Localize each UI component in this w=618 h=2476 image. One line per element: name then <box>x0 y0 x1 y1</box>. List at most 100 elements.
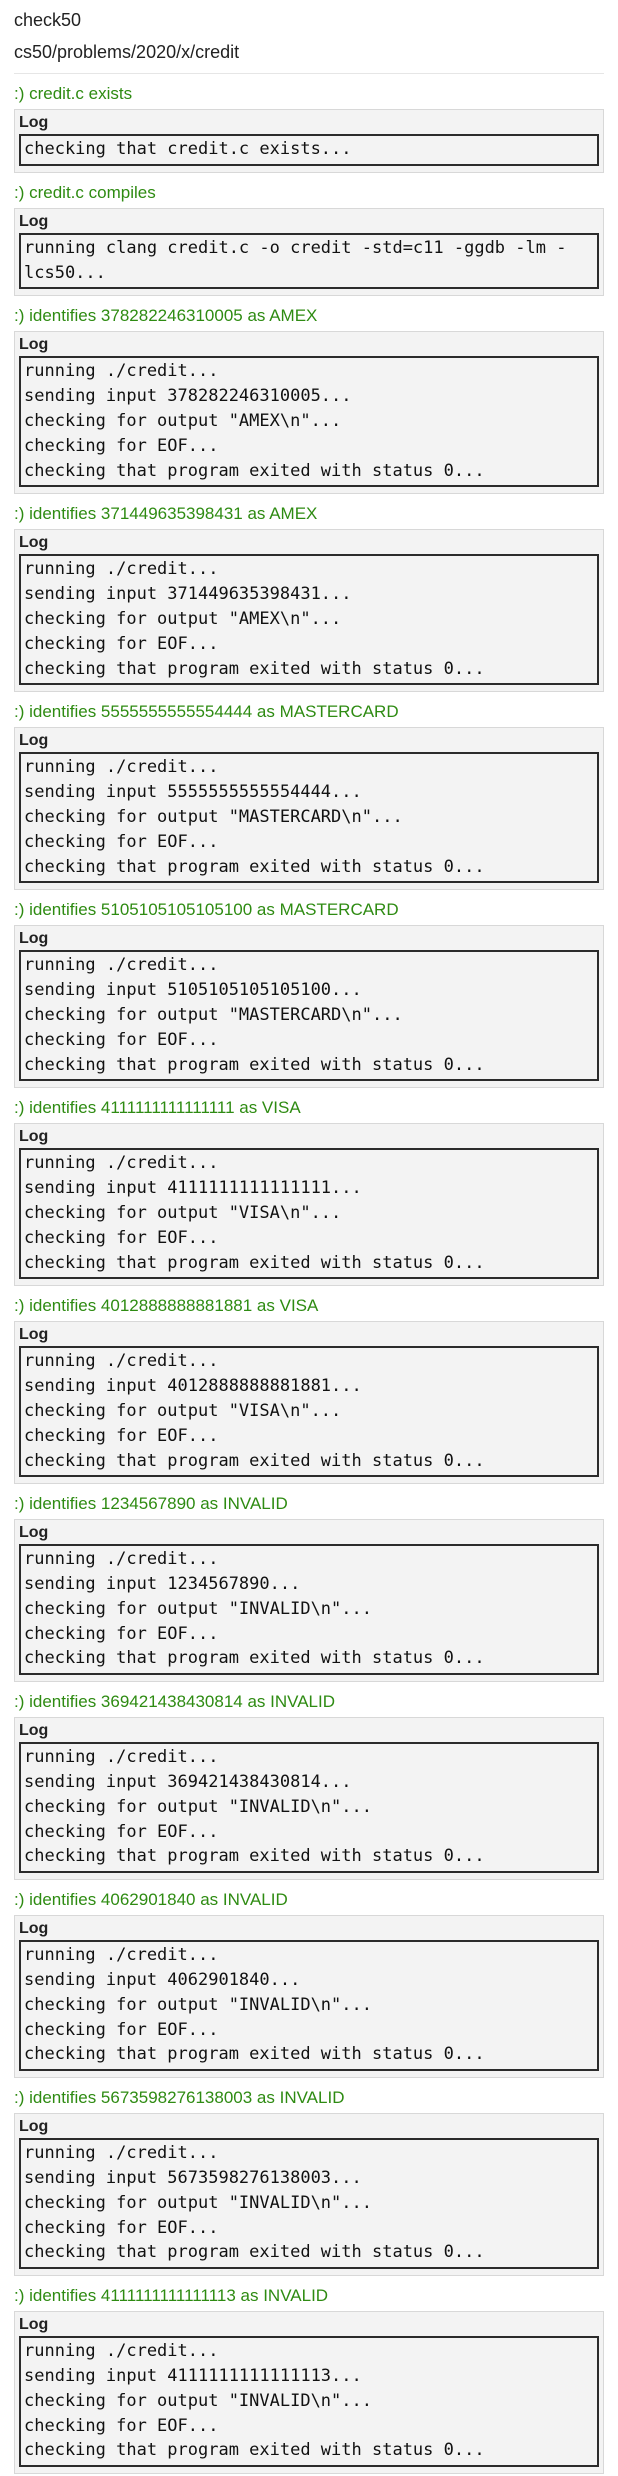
check-item: :) identifies 5105105105105100 as MASTER… <box>14 898 604 1089</box>
check-item: :) identifies 1234567890 as INVALID Log ru… <box>14 1492 604 1683</box>
check-title: :) identifies 4111111111111113 as INVALI… <box>14 2286 329 2306</box>
log-line: checking that program exited with status… <box>24 1648 485 1669</box>
check-title: :) identifies 4012888888881881 as VISA <box>14 1296 319 1316</box>
log-output: running ./credit... sending input 4111111… <box>19 2336 599 2468</box>
log-line: running ./credit... <box>24 361 219 382</box>
log-output: running ./credit... sending input 4012888… <box>19 1346 599 1478</box>
log-line: checking for output "MASTERCARD\n"... <box>24 806 403 827</box>
log-line: checking for output "AMEX\n"... <box>24 608 342 629</box>
log-label: Log <box>19 930 49 948</box>
log-line: checking for EOF... <box>24 2415 219 2436</box>
log-label: Log <box>19 1524 49 1542</box>
log-label: Log <box>19 732 49 750</box>
check-item: :) identifies 369421438430814 as INVALID… <box>14 1690 604 1881</box>
log-line: checking that program exited with status… <box>24 1450 485 1471</box>
log-line: sending input 1234567890... <box>24 1574 301 1595</box>
check-title: :) identifies 378282246310005 as AMEX <box>14 306 318 326</box>
check-title: :) identifies 369421438430814 as INVALID <box>14 1692 336 1712</box>
log-panel: Log running ./credit... sending input 3694… <box>14 1717 604 1881</box>
log-line: sending input 369421438430814... <box>24 1772 352 1793</box>
log-output: running ./credit... sending input 4062901… <box>19 1940 599 2072</box>
log-line: sending input 378282246310005... <box>24 386 352 407</box>
log-line: running ./credit... <box>24 1747 219 1768</box>
log-line: checking for EOF... <box>24 1029 219 1050</box>
log-panel: Log running ./credit... sending input 4111… <box>14 1123 604 1287</box>
log-output: running ./credit... sending input 4111111… <box>19 1148 599 1280</box>
log-line: checking that program exited with status… <box>24 2242 485 2263</box>
check-title: :) identifies 5555555555554444 as MASTER… <box>14 702 399 722</box>
log-panel: Log running ./credit... sending input 5555… <box>14 727 604 891</box>
log-line: checking that program exited with status… <box>24 2440 485 2461</box>
check-item: :) identifies 4062901840 as INVALID Log ru… <box>14 1888 604 2079</box>
check-item: :) identifies 5555555555554444 as MASTER… <box>14 700 604 891</box>
log-output: running ./credit... sending input 3782822… <box>19 356 599 488</box>
log-line: checking for EOF... <box>24 1227 219 1248</box>
log-label: Log <box>19 1722 49 1740</box>
log-line: running ./credit... <box>24 1945 219 1966</box>
log-line: sending input 4062901840... <box>24 1970 301 1991</box>
log-line: sending input 4111111111111111... <box>24 1178 362 1199</box>
check-title: :) identifies 5673598276138003 as INVALI… <box>14 2088 345 2108</box>
log-line: checking for EOF... <box>24 831 219 852</box>
log-line: checking for output "INVALID\n"... <box>24 1598 372 1619</box>
log-line: checking that program exited with status… <box>24 1846 485 1867</box>
log-line: checking that program exited with status… <box>24 856 485 877</box>
log-label: Log <box>19 1326 49 1344</box>
log-line: checking that program exited with status… <box>24 2044 485 2065</box>
log-output: checking that credit.c exists... <box>19 134 599 166</box>
log-line: running ./credit... <box>24 559 219 580</box>
log-label: Log <box>19 2316 49 2334</box>
log-panel: Log checking that credit.c exists... <box>14 109 604 173</box>
log-line: sending input 4111111111111113... <box>24 2366 362 2387</box>
check-title: :) identifies 5105105105105100 as MASTER… <box>14 900 399 920</box>
log-line: running ./credit... <box>24 2143 219 2164</box>
log-line: checking for output "VISA\n"... <box>24 1400 342 1421</box>
log-line: checking for output "INVALID\n"... <box>24 2192 372 2213</box>
check-title: :) identifies 4062901840 as INVALID <box>14 1890 288 1910</box>
log-line: checking for EOF... <box>24 435 219 456</box>
check-item: :) identifies 371449635398431 as AMEX Log… <box>14 502 604 693</box>
log-panel: Log running ./credit... sending input 4111… <box>14 2311 604 2475</box>
log-line: sending input 5555555555554444... <box>24 782 362 803</box>
log-output: running ./credit... sending input 3694214… <box>19 1742 599 1874</box>
log-panel: Log running clang credit.c -o credit -std… <box>14 207 604 297</box>
log-line: sending input 5105105105105100... <box>24 980 362 1001</box>
log-panel: Log running ./credit... sending input 3714… <box>14 529 604 693</box>
log-output: running ./credit... sending input 5105105… <box>19 950 599 1082</box>
log-line: running ./credit... <box>24 2341 219 2362</box>
app-title: check50 <box>14 10 82 30</box>
log-line: checking for EOF... <box>24 2217 219 2238</box>
log-line: checking that program exited with status… <box>24 1252 485 1273</box>
log-output: running ./credit... sending input 3714496… <box>19 554 599 686</box>
log-line: checking that program exited with status… <box>24 658 485 679</box>
check-item: :) credit.c exists Log checking that credi… <box>14 82 604 173</box>
check-item: :) identifies 4111111111111113 as INVALI… <box>14 2284 604 2475</box>
log-label: Log <box>19 336 49 354</box>
log-output: running ./credit... sending input 5673598… <box>19 2138 599 2270</box>
log-line: running clang credit.c -o credit -std=c1… <box>24 237 567 283</box>
check-item: :) identifies 4012888888881881 as VISA Lo… <box>14 1294 604 1485</box>
log-label: Log <box>19 2118 49 2136</box>
log-label: Log <box>19 1128 49 1146</box>
check-title: :) identifies 371449635398431 as AMEX <box>14 504 318 524</box>
log-line: checking that program exited with status… <box>24 460 485 481</box>
log-line: checking for EOF... <box>24 2019 219 2040</box>
log-line: checking for output "INVALID\n"... <box>24 2390 372 2411</box>
log-line: sending input 371449635398431... <box>24 584 352 605</box>
log-panel: Log running ./credit... sending input 3782… <box>14 331 604 495</box>
log-output: running ./credit... sending input 5555555… <box>19 752 599 884</box>
log-line: checking for output "INVALID\n"... <box>24 1994 372 2015</box>
log-label: Log <box>19 114 49 131</box>
log-line: running ./credit... <box>24 955 219 976</box>
log-output: running ./credit... sending input 1234567… <box>19 1544 599 1676</box>
log-line: running ./credit... <box>24 757 219 778</box>
log-label: Log <box>19 534 49 552</box>
log-line: running ./credit... <box>24 1351 219 1372</box>
check-title: :) credit.c compiles <box>14 182 156 202</box>
problem-slug: cs50/problems/2020/x/credit <box>14 41 604 74</box>
log-line: checking for EOF... <box>24 1821 219 1842</box>
log-line: checking that program exited with status… <box>24 1054 485 1075</box>
log-line: checking for output "VISA\n"... <box>24 1202 342 1223</box>
log-panel: Log running ./credit... sending input 5105… <box>14 925 604 1089</box>
results-page: check50 cs50/problems/2020/x/credit :) c… <box>0 0 618 2475</box>
